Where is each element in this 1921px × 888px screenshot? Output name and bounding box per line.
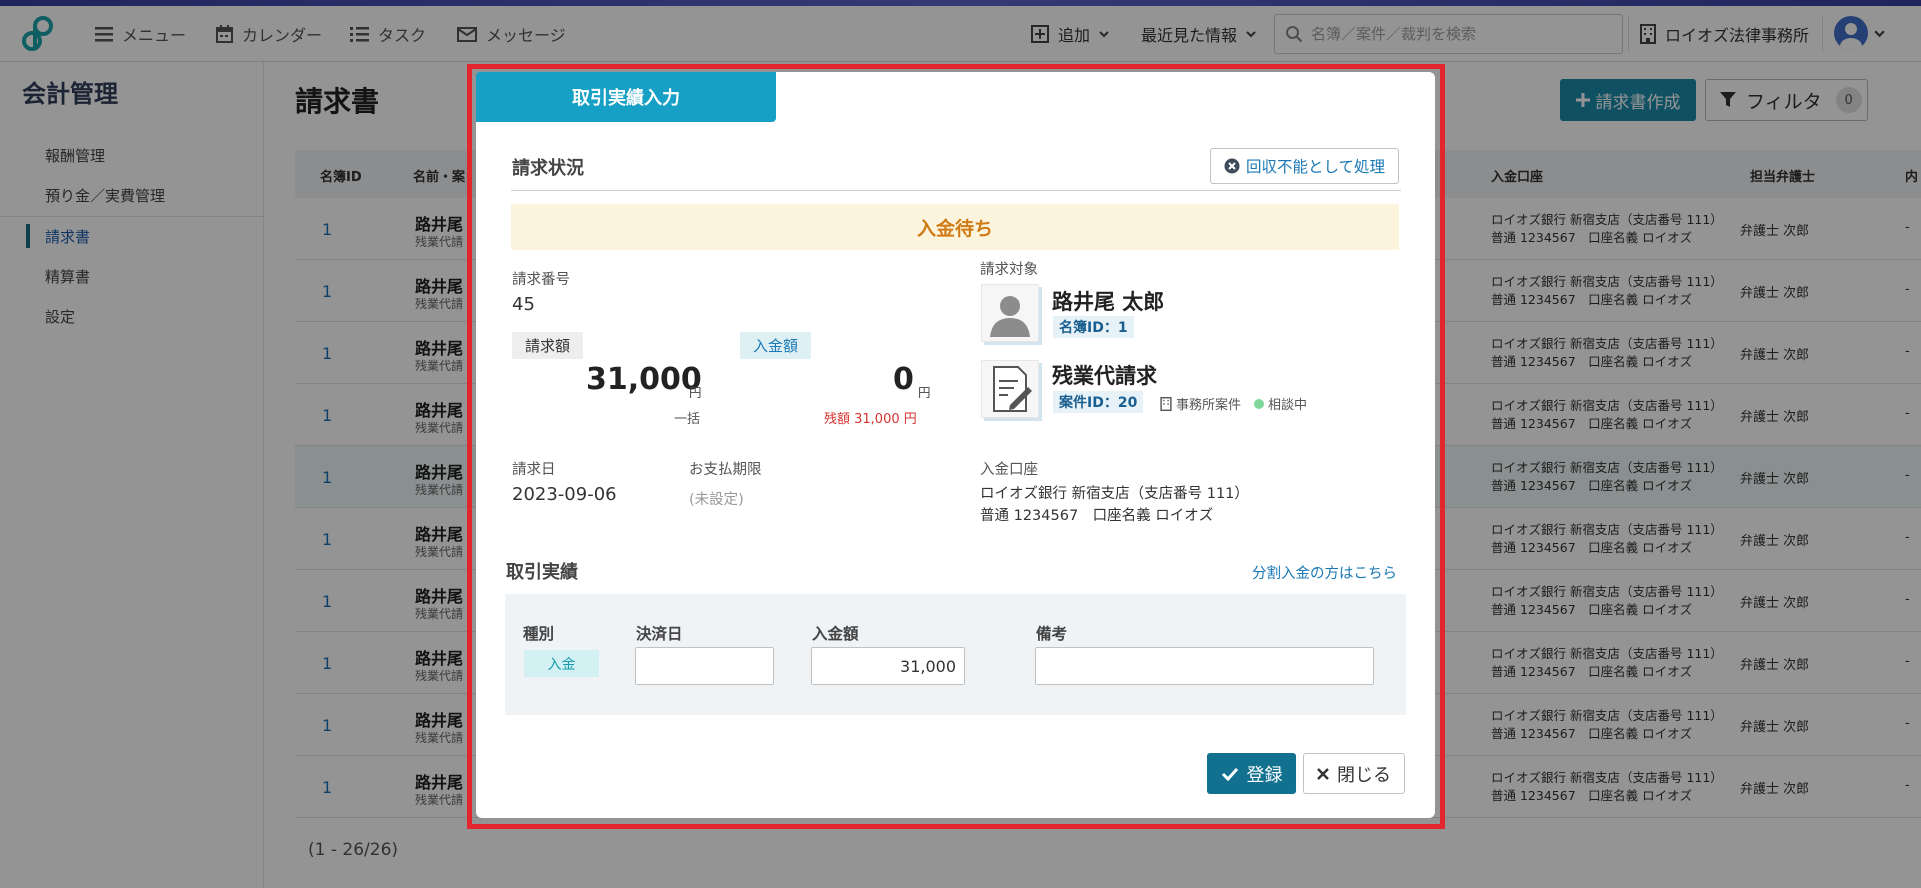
invoice-number-label: 請求番号: [512, 272, 570, 288]
kind-column-label: 種別: [523, 625, 555, 643]
document-edit-icon: [993, 366, 1032, 412]
transaction-section-title: 取引実績: [506, 562, 578, 583]
mark-uncollectible-label: 回収不能として処理: [1245, 158, 1386, 176]
kind-chip: 入金: [524, 650, 599, 677]
save-button-label: 登録: [1246, 764, 1283, 786]
account-line1: ロイオズ銀行 新宿支店（支店番号 111）: [980, 486, 1249, 502]
mark-uncollectible-button[interactable]: 回収不能として処理: [1210, 148, 1399, 184]
close-button-label: 閉じる: [1337, 764, 1391, 786]
save-button[interactable]: 登録: [1207, 753, 1296, 794]
invoice-date-label: 請求日: [512, 462, 556, 478]
close-circle-icon: [1224, 158, 1240, 174]
close-icon: [1317, 767, 1329, 780]
billed-amount: 31,000: [586, 362, 702, 397]
person-silhouette-icon: [990, 296, 1030, 337]
status-dot-icon: [1254, 398, 1264, 409]
check-icon: [1221, 767, 1238, 781]
note-column-label: 備考: [1036, 625, 1068, 643]
case-type-label: 事務所案件: [1176, 398, 1242, 413]
due-date-label: お支払期限: [689, 462, 762, 478]
person-name[interactable]: 路井尾 太郎: [1052, 286, 1164, 316]
settlement-date-input[interactable]: [635, 647, 774, 685]
case-thumbnail[interactable]: [981, 360, 1039, 418]
amount-column-label: 入金額: [812, 625, 859, 643]
billed-yen-unit: 円: [689, 385, 702, 400]
close-button[interactable]: 閉じる: [1303, 753, 1405, 794]
received-amount-label: 入金額: [740, 332, 812, 359]
case-id-tag: 案件ID：20: [1053, 391, 1144, 413]
case-status-label: 相談中: [1268, 398, 1308, 413]
building-icon: [1160, 396, 1172, 411]
billed-amount-label: 請求額: [512, 332, 584, 359]
transaction-modal: 取引実績入力 請求状況 回収不能として処理 入金待ち 請求番号 45 請求額 3…: [476, 72, 1435, 818]
person-avatar[interactable]: [981, 284, 1039, 342]
received-amount: 0: [893, 362, 914, 397]
billing-target-label: 請求対象: [980, 262, 1038, 278]
split-payment-link[interactable]: 分割入金の方はこちら: [1252, 562, 1397, 583]
invoice-date: 2023-09-06: [512, 484, 617, 505]
due-date-value: (未設定): [689, 492, 744, 508]
modal-tab-title: 取引実績入力: [476, 72, 776, 122]
invoice-number: 45: [512, 294, 535, 315]
status-banner: 入金待ち: [511, 204, 1399, 250]
account-line2: 普通 1234567 口座名義 ロイオズ: [980, 508, 1214, 524]
balance-remaining: 残額 31,000 円: [824, 412, 917, 427]
case-type: 事務所案件: [1160, 394, 1241, 413]
received-yen-unit: 円: [918, 385, 931, 400]
divider: [511, 190, 1401, 191]
account-label: 入金口座: [980, 462, 1038, 478]
case-status: 相談中: [1254, 394, 1307, 413]
case-name[interactable]: 残業代請求: [1052, 360, 1157, 390]
note-input[interactable]: [1035, 647, 1374, 685]
status-section-title: 請求状況: [512, 158, 584, 179]
payment-type: 一括: [674, 412, 701, 427]
transaction-form: 種別 決済日 入金額 備考 入金: [505, 594, 1406, 715]
person-id-tag: 名簿ID：1: [1053, 316, 1134, 338]
date-column-label: 決済日: [636, 625, 683, 643]
payment-amount-input[interactable]: [811, 647, 965, 685]
